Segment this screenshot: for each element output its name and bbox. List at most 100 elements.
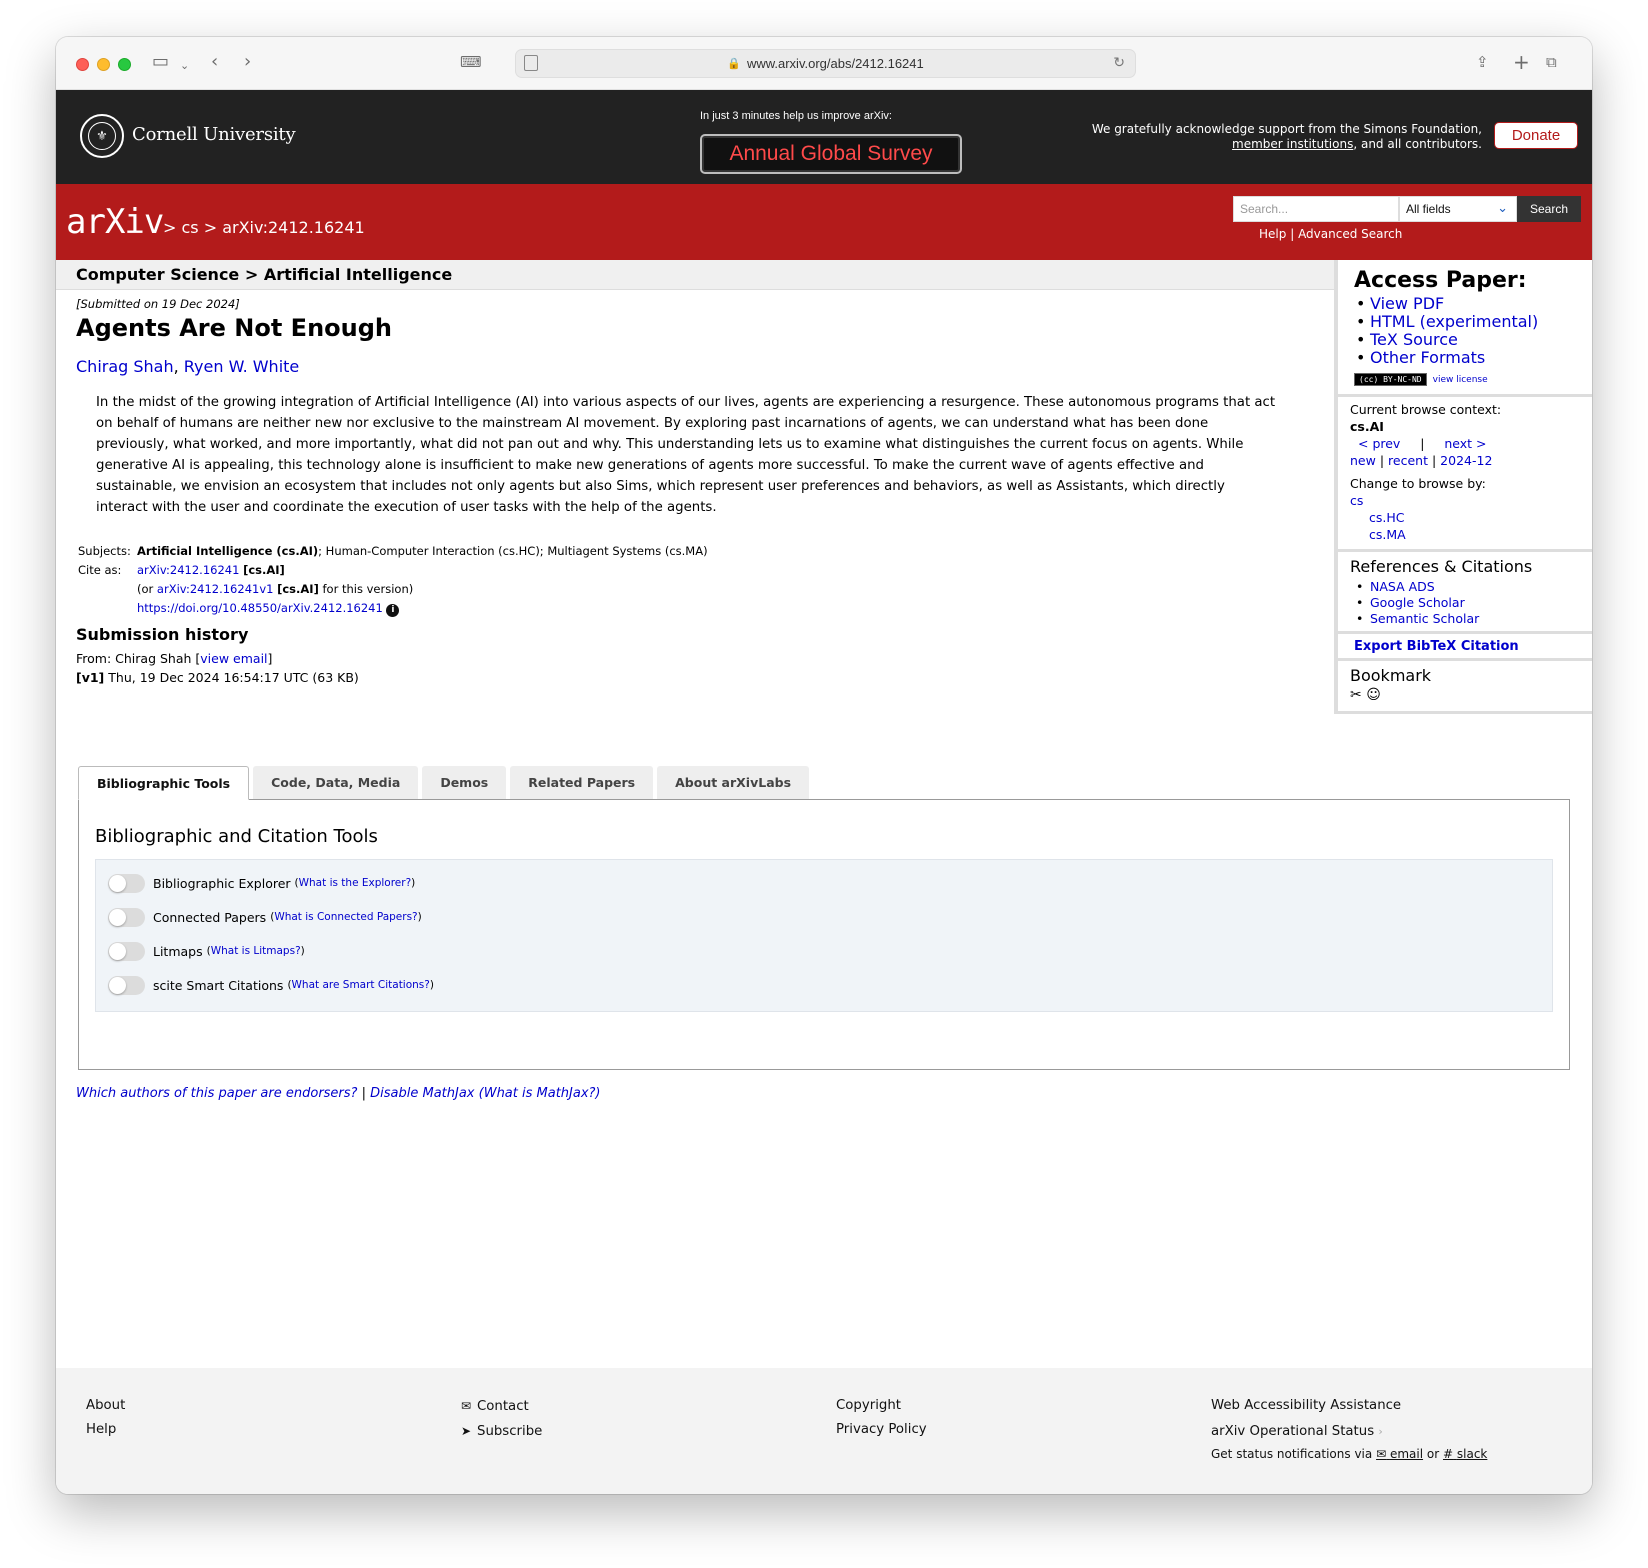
html-experimental-link[interactable]: HTML (experimental): [1350, 313, 1580, 332]
survey-lead-text: In just 3 minutes help us improve arXiv:: [700, 110, 892, 122]
bookmark-box: Bookmark ✂ ☺: [1334, 661, 1592, 714]
minimize-window-button[interactable]: [97, 58, 110, 71]
other-formats-link[interactable]: Other Formats: [1350, 349, 1580, 368]
chevron-down-icon[interactable]: ⌄: [180, 55, 189, 77]
search-input[interactable]: Search...: [1233, 196, 1399, 222]
tool-row: Litmaps (What is Litmaps?): [108, 941, 305, 961]
tool-row: Bibliographic Explorer (What is the Expl…: [108, 873, 415, 893]
cite-id-link[interactable]: arXiv:2412.16241: [137, 563, 239, 577]
litmaps-help-link[interactable]: What is Litmaps?: [211, 945, 301, 957]
cite-v1-link[interactable]: arXiv:2412.16241v1: [157, 582, 274, 596]
browse-context-box: Current browse context: cs.AI < prev | n…: [1334, 397, 1592, 552]
reddit-icon[interactable]: ☺: [1366, 687, 1381, 703]
cornell-banner: ⚜ Cornell University In just 3 minutes h…: [56, 90, 1592, 184]
slack-icon: #: [1442, 1447, 1454, 1461]
browse-cs-ma-link[interactable]: cs.MA: [1350, 526, 1580, 543]
footer-accessibility-link[interactable]: Web Accessibility Assistance: [1211, 1394, 1487, 1418]
bibliographic-explorer-toggle[interactable]: [108, 873, 145, 893]
month-link[interactable]: 2024-12: [1440, 453, 1492, 468]
translate-icon[interactable]: ⌨: [460, 51, 482, 73]
doi-link[interactable]: https://doi.org/10.48550/arXiv.2412.1624…: [137, 601, 383, 615]
view-email-link[interactable]: view email: [200, 651, 267, 666]
what-is-mathjax-link[interactable]: (What is MathJax?): [479, 1086, 601, 1101]
tool-row: scite Smart Citations (What are Smart Ci…: [108, 975, 434, 995]
tab-code-data-media[interactable]: Code, Data, Media: [253, 766, 419, 799]
reader-icon[interactable]: [524, 55, 538, 71]
endorsers-link[interactable]: Which authors of this paper are endorser…: [76, 1086, 357, 1101]
status-slack-link[interactable]: # slack: [1443, 1447, 1487, 1461]
tab-overview-icon[interactable]: ⧉: [1546, 51, 1557, 73]
footer-contact-link[interactable]: ✉ Contact: [461, 1394, 542, 1419]
share-icon[interactable]: ⇪: [1476, 51, 1489, 73]
member-institutions-link[interactable]: member institutions: [1232, 137, 1353, 151]
view-pdf-link[interactable]: View PDF: [1350, 295, 1580, 314]
submission-history: From: Chirag Shah [view email] [v1] Thu,…: [76, 651, 359, 685]
next-link[interactable]: next >: [1444, 436, 1486, 451]
export-bibtex-link[interactable]: Export BibTeX Citation: [1350, 639, 1580, 654]
new-tab-icon[interactable]: +: [1513, 51, 1530, 73]
footer-status-link[interactable]: arXiv Operational Status ›: [1211, 1420, 1487, 1444]
help-link[interactable]: Help: [1259, 227, 1286, 241]
close-window-button[interactable]: [76, 58, 89, 71]
author-link[interactable]: Ryen W. White: [184, 357, 299, 376]
tab-demos[interactable]: Demos: [422, 766, 507, 799]
footer-privacy-link[interactable]: Privacy Policy: [836, 1418, 927, 1442]
breadcrumb[interactable]: > cs > arXiv:2412.16241: [163, 218, 365, 237]
bibsonomy-icon[interactable]: ✂: [1350, 687, 1362, 703]
labs-panel-header: Bibliographic and Citation Tools: [95, 826, 378, 847]
bibtex-box: Export BibTeX Citation: [1334, 634, 1592, 661]
references-box: References & Citations NASA ADS Google S…: [1334, 552, 1592, 634]
footer-copyright-link[interactable]: Copyright: [836, 1394, 927, 1418]
status-email-link[interactable]: ✉ email: [1376, 1447, 1423, 1461]
footer-help-link[interactable]: Help: [86, 1418, 125, 1442]
advanced-search-link[interactable]: Advanced Search: [1298, 227, 1402, 241]
cornell-name[interactable]: Cornell University: [132, 124, 296, 145]
search-button[interactable]: Search: [1517, 196, 1581, 222]
connected-papers-help-link[interactable]: What is Connected Papers?: [274, 911, 417, 923]
disable-mathjax-link[interactable]: Disable MathJax: [370, 1086, 474, 1101]
sidebar-toggle-icon[interactable]: ▭: [152, 51, 169, 73]
explorer-help-link[interactable]: What is the Explorer?: [299, 877, 412, 889]
forward-arrow-icon[interactable]: ›: [244, 51, 251, 73]
author-link[interactable]: Chirag Shah: [76, 357, 174, 376]
recent-link[interactable]: recent: [1388, 453, 1428, 468]
cite-label: Cite as:: [78, 563, 122, 577]
reload-icon[interactable]: ↻: [1113, 54, 1125, 71]
submission-history-header: Submission history: [76, 625, 249, 644]
footer-about-link[interactable]: About: [86, 1394, 125, 1418]
tex-source-link[interactable]: TeX Source: [1350, 331, 1580, 350]
tab-about-arxivlabs[interactable]: About arXivLabs: [657, 766, 810, 799]
nasa-ads-link[interactable]: NASA ADS: [1350, 579, 1580, 595]
view-license-link[interactable]: view license: [1433, 375, 1488, 385]
annual-survey-button[interactable]: Annual Global Survey: [700, 134, 962, 174]
version-label[interactable]: [v1]: [76, 670, 104, 685]
donate-button[interactable]: Donate: [1494, 122, 1578, 149]
new-link[interactable]: new: [1350, 453, 1376, 468]
tab-related-papers[interactable]: Related Papers: [510, 766, 654, 799]
envelope-icon: ✉: [461, 1399, 472, 1413]
search-help-links: Help | Advanced Search: [1259, 227, 1403, 241]
arxiv-logo[interactable]: arXiv: [66, 202, 164, 242]
back-arrow-icon[interactable]: ‹: [211, 51, 218, 73]
info-icon[interactable]: i: [386, 604, 400, 617]
tab-bibliographic-tools[interactable]: Bibliographic Tools: [78, 766, 250, 800]
smart-citations-help-link[interactable]: What are Smart Citations?: [292, 979, 430, 991]
scite-toggle[interactable]: [108, 975, 145, 995]
address-bar[interactable]: 🔒 www.arxiv.org/abs/2412.16241 ↻: [515, 49, 1136, 78]
prev-link[interactable]: < prev: [1358, 436, 1400, 451]
connected-papers-toggle[interactable]: [108, 907, 145, 927]
litmaps-toggle[interactable]: [108, 941, 145, 961]
semantic-scholar-link[interactable]: Semantic Scholar: [1350, 611, 1580, 627]
zoom-window-button[interactable]: [118, 58, 131, 71]
envelope-icon: ✉: [1376, 1447, 1387, 1461]
browse-cs-link[interactable]: cs: [1350, 492, 1580, 509]
footer-subscribe-link[interactable]: ➤ Subscribe: [461, 1419, 542, 1444]
cc-license-badge[interactable]: (cc) BY-NC-ND: [1354, 373, 1427, 386]
subject-header: Computer Science > Artificial Intelligen…: [56, 260, 1334, 290]
search-field-select[interactable]: All fields ⌄: [1399, 196, 1517, 222]
google-scholar-link[interactable]: Google Scholar: [1350, 595, 1580, 611]
browse-cs-hc-link[interactable]: cs.HC: [1350, 509, 1580, 526]
subjects-label: Subjects:: [78, 544, 131, 558]
status-notifications: Get status notifications via ✉ email or …: [1211, 1447, 1488, 1461]
paper-title: Agents Are Not Enough: [76, 314, 392, 342]
